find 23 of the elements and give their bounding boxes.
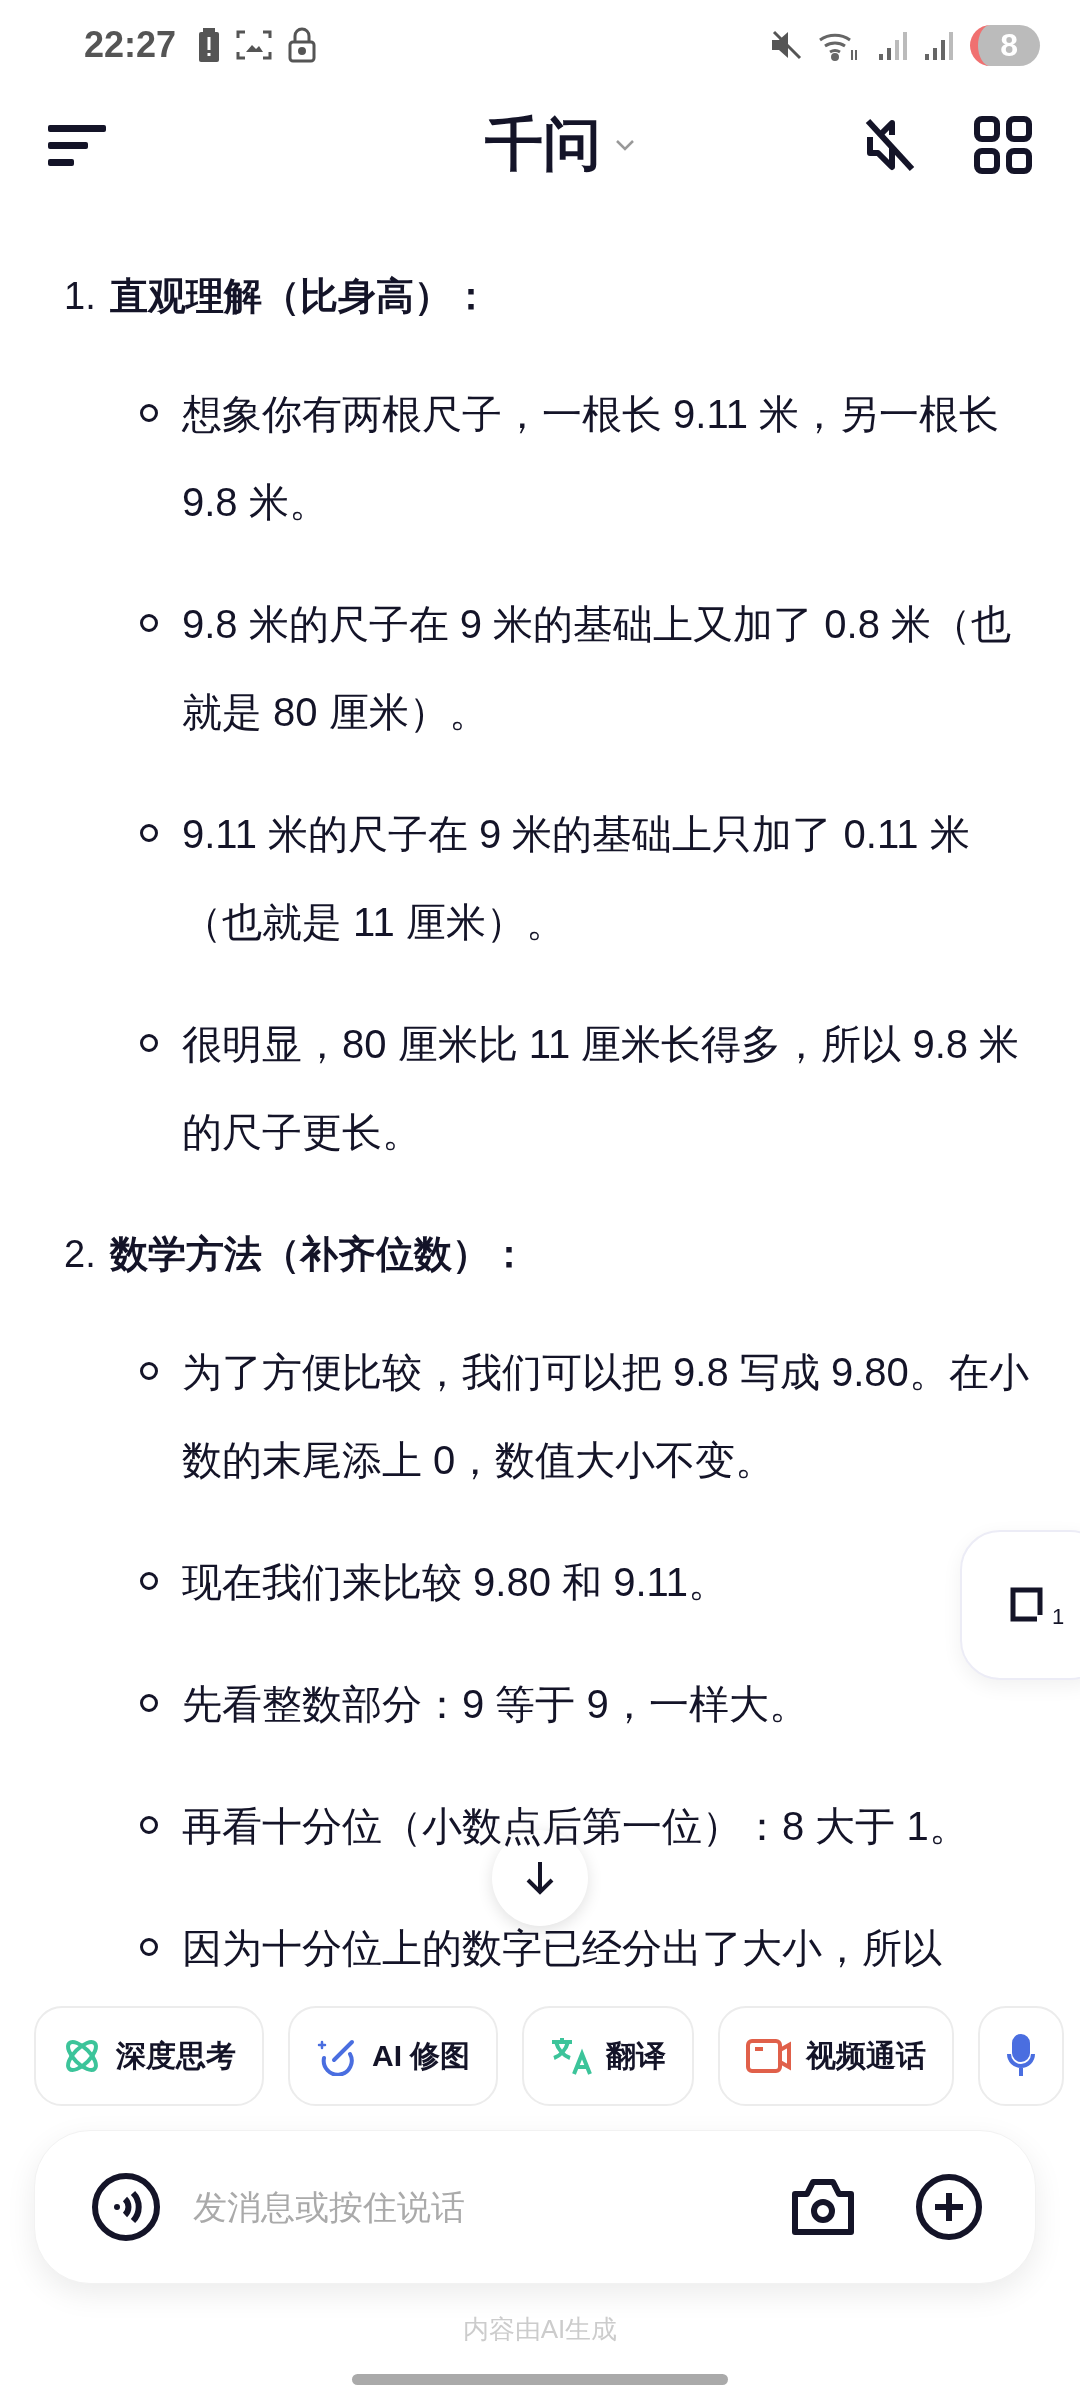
feature-chip[interactable]: 视频通话 bbox=[718, 2006, 955, 2106]
bullet-text: 先看整数部分：9 等于 9，一样大。 bbox=[182, 1681, 809, 1728]
message-input-field[interactable]: 发消息或按住说话 bbox=[191, 2186, 761, 2228]
status-time: 22:27 bbox=[84, 24, 177, 66]
list-number: 1. bbox=[64, 274, 96, 319]
bullet-text: 再看十分位（小数点后第一位）：8 大于 1。 bbox=[182, 1803, 969, 1850]
bullet-text: 想象你有两根尺子，一根长 9.11 米，另一根长 9.8 米。 bbox=[182, 391, 1001, 526]
bullet-text: 9.8 米的尺子在 9 米的基础上又加了 0.8 米（也就是 80 厘米）。 bbox=[182, 601, 1013, 736]
battery-indicator: 8 bbox=[970, 24, 1040, 66]
section-heading: 直观理解（比身高）： bbox=[109, 274, 490, 319]
feature-chip[interactable]: 翻译 bbox=[522, 2006, 695, 2106]
floating-window-button[interactable]: 1 bbox=[960, 1530, 1080, 1680]
feature-chip[interactable]: 深度思考 bbox=[34, 2006, 264, 2106]
bullet-text: 很明显，80 厘米比 11 厘米长得多，所以 9.8 米的尺子更长。 bbox=[182, 1021, 1021, 1156]
section-heading: 数学方法（补齐位数）： bbox=[109, 1232, 528, 1277]
bullet-text: 现在我们来比较 9.80 和 9.11。 bbox=[182, 1559, 729, 1606]
window-count: 1 bbox=[1052, 1604, 1065, 1630]
bullet-text: 因为十分位上的数字已经分出了大小，所以 bbox=[182, 1925, 942, 1972]
list-number: 2. bbox=[64, 1232, 96, 1277]
bullet-text: 为了方便比较，我们可以把 9.8 写成 9.80。在小数的末尾添上 0，数值大小不变。 bbox=[182, 1349, 1030, 1484]
app-title[interactable]: 千问 bbox=[485, 106, 601, 184]
feature-chip[interactable]: AI 修图 bbox=[288, 2006, 499, 2106]
bullet-text: 9.11 米的尺子在 9 米的基础上只加了 0.11 米（也就是 11 厘米）。 bbox=[182, 811, 971, 946]
